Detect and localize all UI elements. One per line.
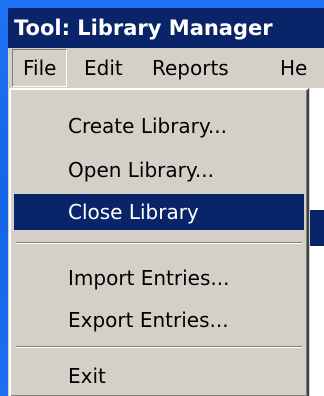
content-selection-highlight [310, 210, 324, 246]
menu-item-import-entries[interactable]: Import Entries... [14, 260, 304, 296]
menu-item-create-library[interactable]: Create Library... [14, 108, 304, 144]
title-bar[interactable]: Tool: Library Manager [8, 8, 324, 48]
menu-file[interactable]: File [12, 49, 68, 87]
menu-help[interactable]: He [270, 48, 317, 88]
file-menu-dropdown: Create Library... Open Library... Close … [9, 88, 309, 396]
menu-item-exit[interactable]: Exit [14, 358, 304, 394]
menu-item-close-library[interactable]: Close Library [14, 194, 304, 230]
menu-item-export-entries[interactable]: Export Entries... [14, 302, 304, 338]
window-content-area [310, 88, 324, 396]
window-title: Tool: Library Manager [14, 16, 273, 40]
menu-edit[interactable]: Edit [74, 48, 133, 88]
menu-bar: File Edit Reports He [8, 48, 324, 88]
menu-separator [16, 346, 302, 348]
desktop-background: Tool: Library Manager File Edit Reports … [0, 0, 324, 396]
menu-separator [16, 242, 302, 244]
application-window: Tool: Library Manager File Edit Reports … [8, 8, 324, 396]
menu-reports[interactable]: Reports [142, 48, 239, 88]
menu-item-open-library[interactable]: Open Library... [14, 152, 304, 188]
